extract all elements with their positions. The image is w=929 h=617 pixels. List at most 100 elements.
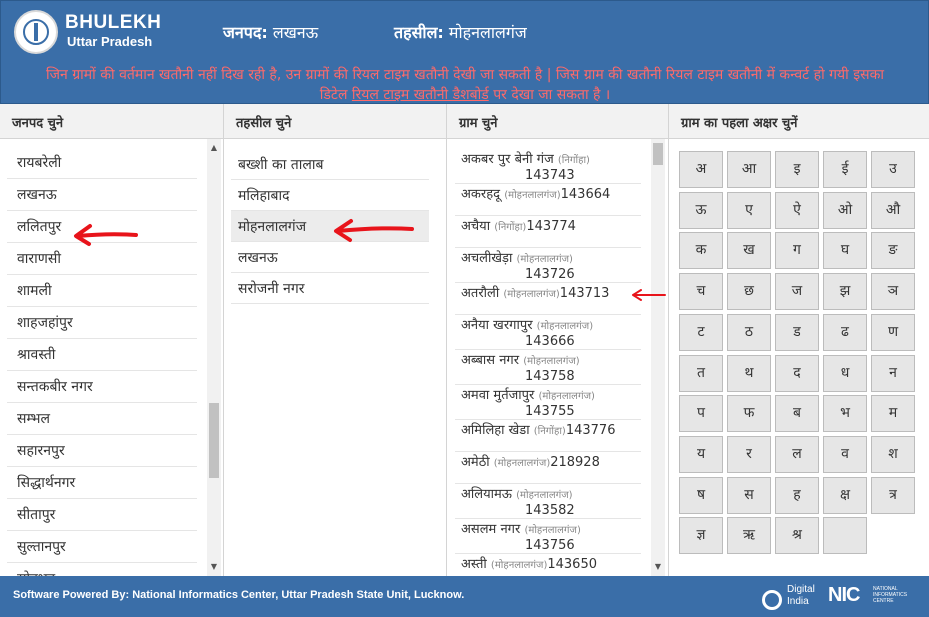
district-column-header: जनपद चुने: [0, 104, 224, 139]
letter-button[interactable]: च: [679, 273, 723, 311]
district-item[interactable]: सुल्तानपुर: [7, 531, 197, 563]
village-item[interactable]: अमेठी (मोहनलालगंज)218928: [455, 452, 641, 484]
brand-subtitle: Uttar Pradesh: [67, 34, 153, 49]
letter-button[interactable]: क्ष: [823, 476, 867, 514]
district-item[interactable]: लखनऊ: [7, 179, 197, 211]
tehsil-item[interactable]: सरोजनी नगर: [231, 273, 429, 304]
letter-button[interactable]: छ: [727, 273, 771, 311]
letter-button[interactable]: भ: [823, 395, 867, 433]
letter-button[interactable]: न: [871, 354, 915, 392]
village-name: अतरौली: [461, 286, 500, 301]
tehsil-item[interactable]: बख्शी का तालाब: [231, 149, 429, 180]
letter-button[interactable]: ध: [823, 354, 867, 392]
letter-button[interactable]: ऋ: [727, 517, 771, 555]
letter-button[interactable]: त्र: [871, 476, 915, 514]
letter-button[interactable]: ज्ञ: [679, 517, 723, 555]
village-list: ▼ अकबर पुर बेनी गंज (निगोंहा) 143743 अकरहद…: [447, 139, 669, 576]
letter-button-empty[interactable]: [823, 517, 867, 555]
letter-button[interactable]: ब: [775, 395, 819, 433]
village-name: अस्ती: [461, 557, 487, 572]
tehsil-item[interactable]: लखनऊ: [231, 242, 429, 273]
letter-button[interactable]: उ: [871, 151, 915, 188]
letter-button[interactable]: ए: [727, 191, 771, 229]
letter-button[interactable]: व: [823, 435, 867, 473]
village-item[interactable]: असलम नगर (मोहनलालगंज) 143756: [455, 519, 641, 554]
district-item[interactable]: सम्भल: [7, 403, 197, 435]
village-item[interactable]: अचलीखेड़ा (मोहनलालगंज) 143726: [455, 248, 641, 283]
letter-button[interactable]: घ: [823, 232, 867, 270]
letter-button[interactable]: ष: [679, 476, 723, 514]
selected-tehsil: तहसील: मोहनलालगंज: [394, 21, 527, 43]
letter-button[interactable]: ङ: [871, 232, 915, 270]
letter-button[interactable]: र: [727, 435, 771, 473]
district-scrollbar[interactable]: ▲ ▼: [207, 139, 221, 576]
district-scroll-thumb[interactable]: [209, 402, 219, 478]
village-item[interactable]: अब्बास नगर (मोहनलालगंज) 143758: [455, 350, 641, 385]
village-item[interactable]: अलियामऊ (मोहनलालगंज) 143582: [455, 484, 641, 519]
letter-button[interactable]: म: [871, 395, 915, 433]
village-item[interactable]: अमवा मुर्तजापुर (मोहनलालगंज) 143755: [455, 385, 641, 420]
letter-button[interactable]: ञ: [871, 273, 915, 311]
village-item[interactable]: अस्ती (मोहनलालगंज)143650: [455, 554, 641, 576]
village-item[interactable]: अकरहदू (मोहनलालगंज)143664: [455, 184, 641, 216]
village-scrollbar[interactable]: ▼: [651, 139, 665, 576]
letter-button[interactable]: ट: [679, 313, 723, 351]
letter-button[interactable]: श: [871, 435, 915, 473]
letter-button[interactable]: फ: [727, 395, 771, 433]
district-item[interactable]: शामली: [7, 275, 197, 307]
letter-button[interactable]: अ: [679, 151, 723, 188]
letter-button[interactable]: ड: [775, 313, 819, 351]
village-item[interactable]: अकबर पुर बेनी गंज (निगोंहा) 143743: [455, 149, 641, 184]
letter-button[interactable]: श्र: [775, 517, 819, 555]
letter-button[interactable]: ग: [775, 232, 819, 270]
letter-button[interactable]: ल: [775, 435, 819, 473]
letter-button[interactable]: ठ: [727, 313, 771, 351]
village-name: अचलीखेड़ा: [461, 251, 513, 266]
district-item[interactable]: सोनभद्र: [7, 563, 197, 576]
letter-button[interactable]: ख: [727, 232, 771, 270]
letter-button[interactable]: इ: [775, 151, 819, 188]
letter-button[interactable]: झ: [823, 273, 867, 311]
letter-button[interactable]: ज: [775, 273, 819, 311]
letter-button[interactable]: त: [679, 354, 723, 392]
letter-button[interactable]: थ: [727, 354, 771, 392]
letter-button[interactable]: क: [679, 232, 723, 270]
district-item[interactable]: सहारनपुर: [7, 435, 197, 467]
letter-button[interactable]: द: [775, 354, 819, 392]
scroll-up-icon[interactable]: ▲: [207, 141, 221, 155]
scroll-down-icon[interactable]: ▼: [207, 560, 221, 574]
district-item[interactable]: सन्तकबीर नगर: [7, 371, 197, 403]
letter-button[interactable]: य: [679, 435, 723, 473]
nic-subtitle: NATIONAL INFORMATICS CENTRE: [873, 586, 908, 604]
letter-button[interactable]: स: [727, 476, 771, 514]
village-item[interactable]: अचैया (निगोंहा)143774: [455, 216, 641, 248]
scroll-down-icon[interactable]: ▼: [651, 560, 665, 574]
village-item[interactable]: अतरौली (मोहनलालगंज)143713: [455, 283, 641, 315]
notice-text-after: पर देखा जा सकता है ।: [493, 87, 611, 103]
district-item[interactable]: शाहजहांपुर: [7, 307, 197, 339]
village-scroll-thumb[interactable]: [653, 143, 663, 165]
tehsil-item[interactable]: मलिहाबाद: [231, 180, 429, 211]
village-item[interactable]: अमिलिहा खेडा (निगोंहा)143776: [455, 420, 641, 452]
letter-button[interactable]: ढ: [823, 313, 867, 351]
letter-button[interactable]: ऐ: [775, 191, 819, 229]
up-emblem-logo: [14, 10, 58, 54]
village-code: 143582: [525, 503, 575, 518]
village-name: अचैया: [461, 219, 491, 234]
letter-button[interactable]: ओ: [823, 191, 867, 229]
letter-button[interactable]: ह: [775, 476, 819, 514]
realtime-dashboard-link[interactable]: रियल टाइम खतौनी डैशबोर्ड: [352, 87, 489, 103]
village-tehsil: (निगोंहा): [557, 155, 590, 166]
letter-button[interactable]: ण: [871, 313, 915, 351]
letter-button[interactable]: ई: [823, 151, 867, 188]
district-item[interactable]: सीतापुर: [7, 499, 197, 531]
letter-button[interactable]: आ: [727, 151, 771, 188]
district-item[interactable]: रायबरेली: [7, 147, 197, 179]
village-item[interactable]: अनैया खरगापुर (मोहनलालगंज) 143666: [455, 315, 641, 350]
letter-button[interactable]: औ: [871, 191, 915, 229]
village-tehsil: (मोहनलालगंज): [516, 254, 573, 265]
letter-button[interactable]: प: [679, 395, 723, 433]
district-item[interactable]: सिद्धार्थनगर: [7, 467, 197, 499]
district-item[interactable]: श्रावस्ती: [7, 339, 197, 371]
letter-button[interactable]: ऊ: [679, 191, 723, 229]
